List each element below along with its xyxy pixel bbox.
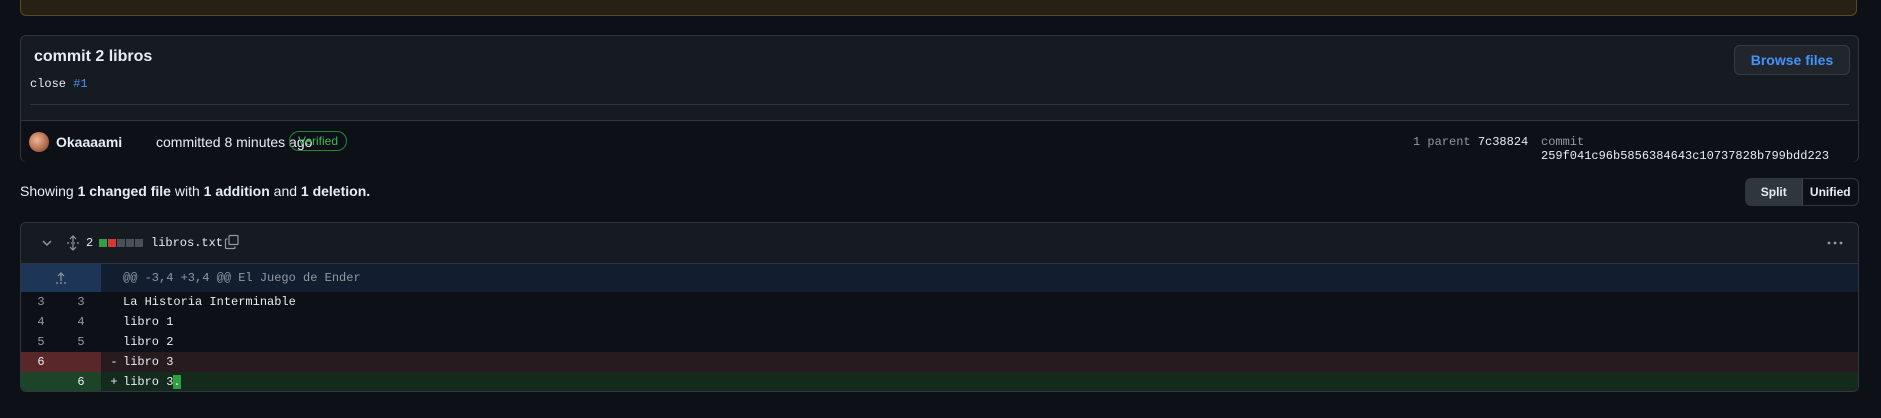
new-line-number[interactable] xyxy=(61,352,101,372)
deleted-line: 6 - libro 3 xyxy=(21,352,1858,372)
issue-link[interactable]: #1 xyxy=(73,77,87,91)
file-header: 2 libros.txt xyxy=(21,223,1858,264)
divider xyxy=(30,104,1849,105)
additions-count: 1 addition xyxy=(203,183,270,199)
context-line: 5 5 libro 2 xyxy=(21,332,1858,352)
chevron-down-icon[interactable] xyxy=(41,237,53,249)
line-code: libro 2 xyxy=(123,335,174,349)
line-code: libro 1 xyxy=(123,315,174,329)
old-line-number[interactable]: 6 xyxy=(21,352,61,372)
new-line-number[interactable]: 6 xyxy=(61,372,101,391)
file-name-link[interactable]: libros.txt xyxy=(151,236,223,250)
expand-up-icon xyxy=(56,272,66,284)
verified-badge[interactable]: Verified xyxy=(289,131,348,151)
file-diff: 2 libros.txt @@ -3,4 +3,4 @@ El Juego de… xyxy=(20,222,1859,392)
expand-all-icon[interactable] xyxy=(65,235,81,251)
diff-sign: + xyxy=(110,375,118,389)
author-link[interactable]: Okaaaami xyxy=(56,134,122,150)
deletions-count: 1 deletion. xyxy=(300,183,371,199)
commit-title: commit 2 libros xyxy=(34,48,153,65)
commit-body: close #1 xyxy=(30,77,88,91)
context-line: 3 3 La Historia Interminable xyxy=(21,292,1858,312)
context-line: 4 4 libro 1 xyxy=(21,312,1858,332)
diff-sign: - xyxy=(110,355,118,369)
expand-up-button[interactable] xyxy=(21,264,101,292)
commit-label: commit xyxy=(1541,135,1585,149)
changes-count: 2 xyxy=(86,236,94,250)
commit-sha: 259f041c96b5856384643c10737828b799bdd223 xyxy=(1541,149,1830,163)
parent-label: 1 parent xyxy=(1413,135,1471,149)
new-line-number[interactable]: 3 xyxy=(61,292,101,312)
changed-files-count: 1 changed file xyxy=(77,183,171,199)
diff-lines: 3 3 La Historia Interminable 4 4 libro 1 5 5 lib… xyxy=(21,292,1858,391)
commit-message-area: commit 2 libros close #1 Browse files xyxy=(21,36,1858,121)
commit-sha-info: commit 259f041c96b5856384643c10737828b79… xyxy=(1541,135,1858,163)
old-line-number[interactable] xyxy=(21,372,61,391)
kebab-menu-icon[interactable] xyxy=(1826,235,1844,251)
summary-text: and xyxy=(273,183,298,199)
avatar[interactable] xyxy=(29,132,49,152)
diffstat-neutral-block xyxy=(117,239,125,247)
diffstat-neutral-block xyxy=(135,239,143,247)
split-view-button[interactable]: Split xyxy=(1746,179,1803,205)
old-line-number[interactable]: 3 xyxy=(21,292,61,312)
unified-view-button[interactable]: Unified xyxy=(1803,179,1859,205)
copy-icon[interactable] xyxy=(224,234,240,250)
diffstat xyxy=(99,239,143,247)
top-banner xyxy=(20,0,1857,16)
diffstat-neutral-block xyxy=(126,239,134,247)
old-line-number[interactable]: 4 xyxy=(21,312,61,332)
line-code: libro 3 xyxy=(123,355,174,369)
added-text-highlight: . xyxy=(173,375,181,389)
added-line: 6 + libro 3. xyxy=(21,372,1858,391)
hunk-header-text: @@ -3,4 +3,4 @@ El Juego de Ender xyxy=(123,271,361,285)
line-code: libro 3. xyxy=(123,375,181,389)
browse-files-button[interactable]: Browse files xyxy=(1734,45,1850,75)
summary-text: Showing xyxy=(20,183,74,199)
commit-meta: Okaaaami committed 8 minutes ago Verifie… xyxy=(21,121,1858,163)
old-line-number[interactable]: 5 xyxy=(21,332,61,352)
line-code: La Historia Interminable xyxy=(123,295,296,309)
diff-summary: Showing 1 changed file with 1 addition a… xyxy=(20,183,370,199)
diffstat-del-block xyxy=(108,239,116,247)
summary-text: with xyxy=(174,183,200,199)
diffstat-add-block xyxy=(99,239,107,247)
new-line-number[interactable]: 5 xyxy=(61,332,101,352)
commit-header-box: commit 2 libros close #1 Browse files Ok… xyxy=(20,35,1859,163)
diff-view-toggle: Split Unified xyxy=(1745,178,1859,206)
commit-body-text: close xyxy=(30,77,67,91)
parent-info: 1 parent 7c38824 xyxy=(1413,135,1528,149)
new-line-number[interactable]: 4 xyxy=(61,312,101,332)
hunk-header: @@ -3,4 +3,4 @@ El Juego de Ender xyxy=(21,264,1858,292)
parent-sha-link[interactable]: 7c38824 xyxy=(1478,135,1528,149)
